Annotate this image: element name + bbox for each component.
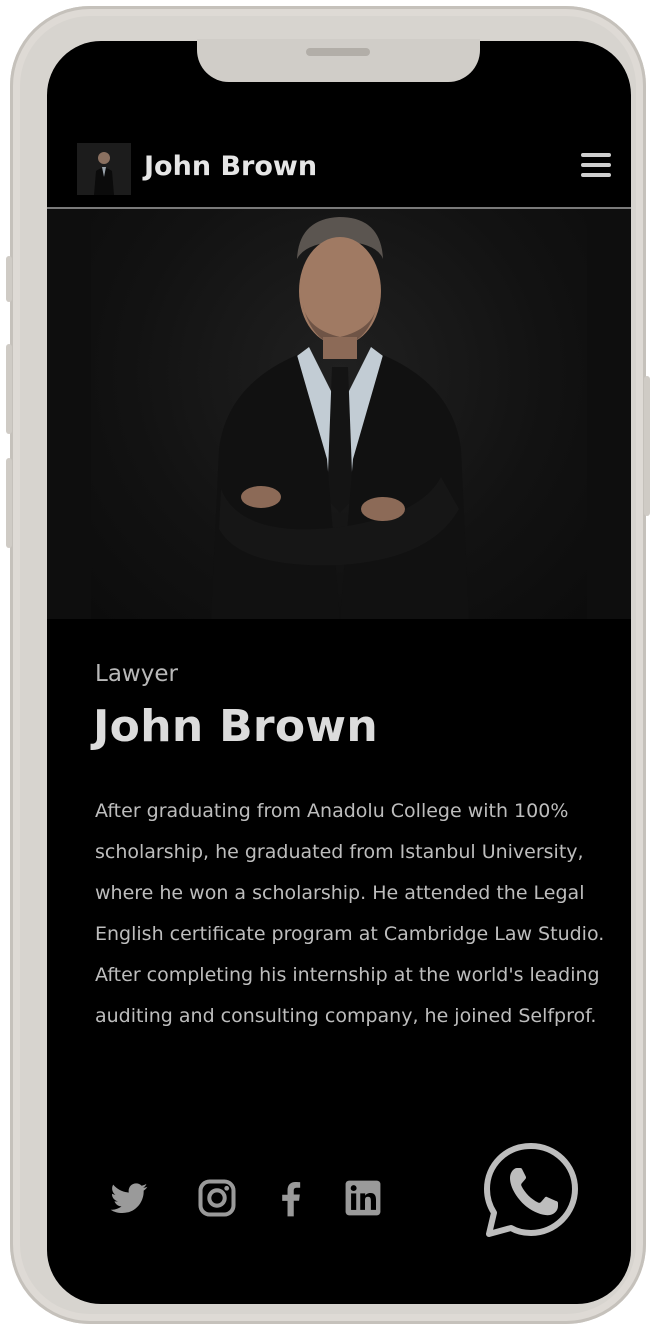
power-button	[644, 376, 650, 516]
volume-down-button	[6, 458, 12, 548]
profile-role: Lawyer	[95, 661, 178, 687]
whatsapp-icon[interactable]	[481, 1140, 581, 1240]
avatar-photo	[77, 143, 131, 195]
screen: John Brown Lawyer John Brown After gradu…	[47, 41, 631, 1304]
site-header: John Brown	[47, 137, 631, 207]
linkedin-icon[interactable]	[341, 1176, 385, 1220]
facebook-icon[interactable]	[269, 1176, 313, 1220]
avatar[interactable]	[77, 143, 131, 195]
profile-bio: After graduating from Anadolu College wi…	[95, 800, 605, 1027]
mute-switch	[6, 256, 12, 302]
lawyer-portrait	[211, 217, 469, 619]
phone-frame: John Brown Lawyer John Brown After gradu…	[6, 6, 650, 1324]
phone-notch	[197, 39, 480, 82]
hamburger-menu-icon[interactable]	[581, 153, 611, 179]
instagram-icon[interactable]	[195, 1176, 239, 1220]
site-title: John Brown	[144, 151, 318, 182]
profile-name: John Brown	[93, 701, 379, 752]
twitter-icon[interactable]	[107, 1176, 151, 1220]
hero-photo	[47, 209, 631, 619]
volume-up-button	[6, 344, 12, 434]
earpiece-speaker	[306, 48, 370, 56]
